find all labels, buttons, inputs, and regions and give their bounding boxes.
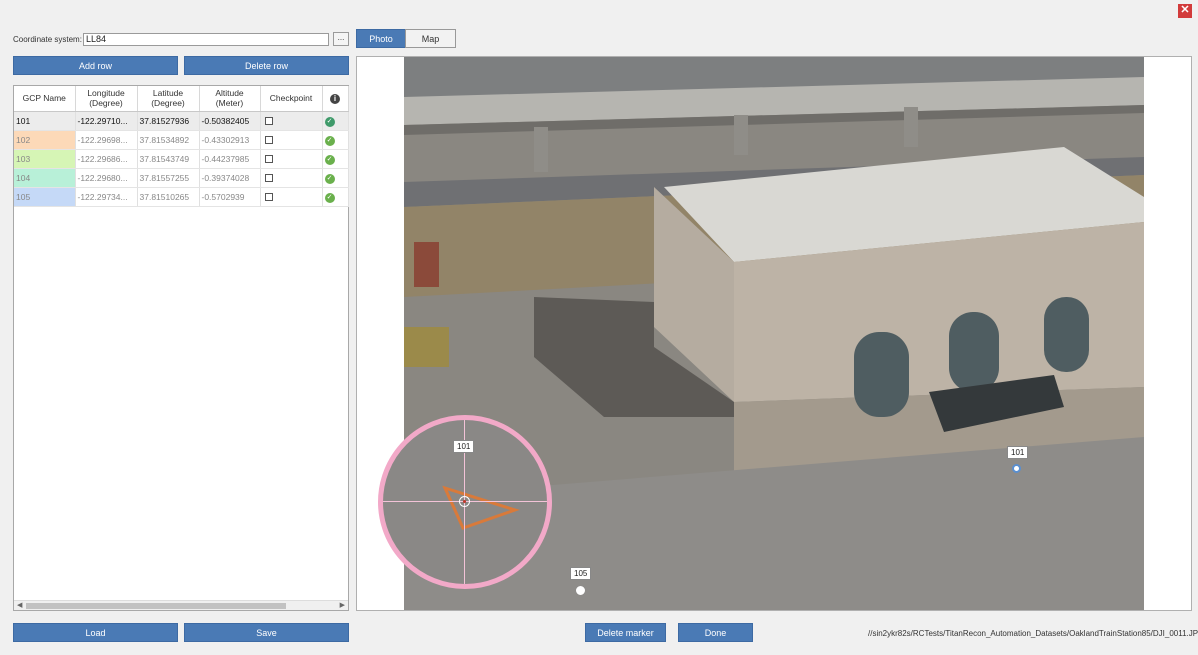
table-row[interactable]: 104 -122.29680... 37.81557255 -0.39374028 ✓ (14, 168, 349, 188)
col-gcp-name[interactable]: GCP Name (14, 86, 76, 112)
status-cell: ✓ (322, 111, 349, 131)
file-path: //sin2ykr82s/RCTests/TitanRecon_Automati… (868, 629, 1198, 638)
col-checkpoint[interactable]: Checkpoint (260, 86, 323, 112)
latitude-cell[interactable]: 37.81534892 (137, 130, 200, 150)
gcp-name-cell[interactable]: 102 (14, 130, 76, 150)
marker-101-label: 101 (1007, 446, 1029, 459)
table-row[interactable]: 101 -122.29710... 37.81527936 -0.50382405 ✓ (14, 111, 349, 131)
loupe-marker-label: 101 (453, 440, 475, 453)
load-button[interactable]: Load (13, 623, 178, 642)
add-row-button[interactable]: Add row (13, 56, 178, 75)
save-button[interactable]: Save (184, 623, 349, 642)
coordinate-system-browse-button[interactable]: ... (333, 32, 349, 46)
longitude-cell[interactable]: -122.29680... (75, 168, 138, 188)
checkpoint-checkbox[interactable] (264, 193, 273, 202)
status-cell: ✓ (322, 130, 349, 150)
close-button[interactable]: ✕ (1178, 4, 1192, 18)
crosshair-center-icon (459, 496, 470, 507)
col-longitude[interactable]: Longitude (Degree) (75, 86, 138, 112)
tab-photo[interactable]: Photo (356, 29, 406, 48)
longitude-cell[interactable]: -122.29734... (75, 187, 138, 207)
scroll-left-icon[interactable]: ◀ (17, 601, 22, 611)
info-icon: i (330, 93, 340, 104)
checkpoint-cell[interactable] (260, 149, 323, 169)
altitude-cell[interactable]: -0.43302913 (199, 130, 261, 150)
gcp-name-cell[interactable]: 104 (14, 168, 76, 188)
coordinate-system-label: Coordinate system: (13, 35, 82, 44)
delete-marker-button[interactable]: Delete marker (585, 623, 666, 642)
status-ok-icon: ✓ (324, 154, 335, 165)
latitude-cell[interactable]: 37.81543749 (137, 149, 200, 169)
gcp-name-cell[interactable]: 103 (14, 149, 76, 169)
col-latitude[interactable]: Latitude (Degree) (137, 86, 200, 112)
delete-row-button[interactable]: Delete row (184, 56, 349, 75)
altitude-cell[interactable]: -0.39374028 (199, 168, 261, 188)
longitude-cell[interactable]: -122.29686... (75, 149, 138, 169)
gcp-table: GCP Name Longitude (Degree) Latitude (De… (13, 85, 349, 611)
status-ok-icon: ✓ (324, 173, 335, 184)
status-cell: ✓ (322, 149, 349, 169)
checkpoint-cell[interactable] (260, 187, 323, 207)
done-button[interactable]: Done (678, 623, 753, 642)
checkpoint-checkbox[interactable] (264, 155, 273, 164)
checkpoint-cell[interactable] (260, 168, 323, 188)
latitude-cell[interactable]: 37.81557255 (137, 168, 200, 188)
table-row[interactable]: 105 -122.29734... 37.81510265 -0.5702939 ✓ (14, 187, 349, 207)
status-cell: ✓ (322, 187, 349, 207)
checkpoint-checkbox[interactable] (264, 174, 273, 183)
marker-101-pin-icon[interactable] (1012, 464, 1021, 473)
scroll-right-icon[interactable]: ▶ (340, 601, 345, 611)
col-altitude[interactable]: Altitude (Meter) (199, 86, 261, 112)
latitude-cell[interactable]: 37.81510265 (137, 187, 200, 207)
status-ok-icon: ✓ (324, 192, 335, 203)
longitude-cell[interactable]: -122.29698... (75, 130, 138, 150)
col-status: i (322, 86, 349, 112)
marker-105-pin-icon[interactable] (576, 586, 585, 595)
marker-105-label: 105 (570, 567, 592, 580)
horizontal-scrollbar[interactable]: ◀ ▶ (14, 600, 348, 610)
altitude-cell[interactable]: -0.5702939 (199, 187, 261, 207)
table-row[interactable]: 102 -122.29698... 37.81534892 -0.43302913 ✓ (14, 130, 349, 150)
altitude-cell[interactable]: -0.50382405 (199, 111, 261, 131)
checkpoint-checkbox[interactable] (264, 117, 273, 126)
gcp-name-cell[interactable]: 101 (14, 111, 76, 131)
photo-viewer[interactable]: 101 101 105 (356, 56, 1192, 611)
altitude-cell[interactable]: -0.44237985 (199, 149, 261, 169)
table-header: GCP Name Longitude (Degree) Latitude (De… (14, 86, 349, 112)
coordinate-system-input[interactable]: LL84 (83, 33, 329, 46)
status-ok-icon: ✓ (324, 135, 335, 146)
latitude-cell[interactable]: 37.81527936 (137, 111, 200, 131)
gcp-name-cell[interactable]: 105 (14, 187, 76, 207)
status-ok-icon: ✓ (324, 116, 335, 127)
longitude-cell[interactable]: -122.29710... (75, 111, 138, 131)
tab-map[interactable]: Map (405, 29, 456, 48)
status-cell: ✓ (322, 168, 349, 188)
scrollbar-thumb[interactable] (26, 603, 286, 609)
table-row[interactable]: 103 -122.29686... 37.81543749 -0.44237985 ✓ (14, 149, 349, 169)
checkpoint-cell[interactable] (260, 111, 323, 131)
checkpoint-cell[interactable] (260, 130, 323, 150)
checkpoint-checkbox[interactable] (264, 136, 273, 145)
